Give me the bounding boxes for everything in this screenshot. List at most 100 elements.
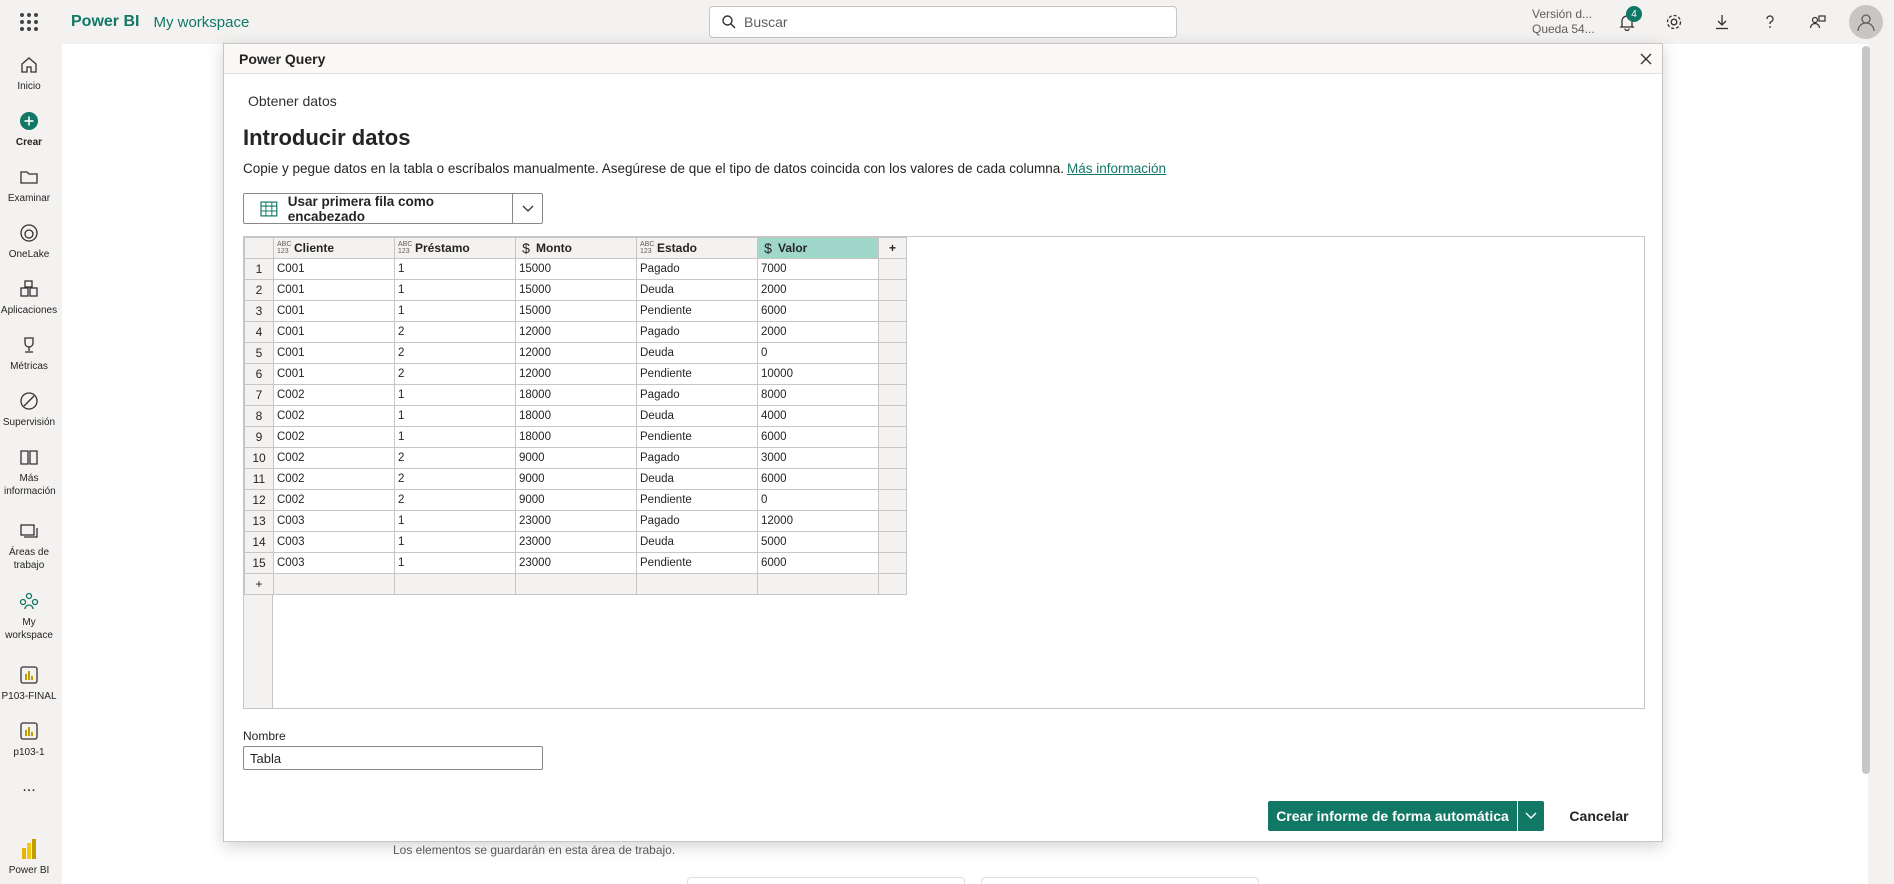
column-header-estado[interactable]: ABC 123 Estado <box>636 237 758 259</box>
table-cell[interactable]: 7000 <box>757 258 879 280</box>
table-cell[interactable]: 23000 <box>515 510 637 532</box>
download-icon[interactable] <box>1710 10 1734 34</box>
table-cell[interactable]: 2000 <box>757 279 879 301</box>
empty-new-cell[interactable] <box>636 573 758 595</box>
table-cell[interactable]: 6000 <box>757 552 879 574</box>
table-cell[interactable]: 9000 <box>515 489 637 511</box>
breadcrumb[interactable]: Obtener datos <box>248 93 337 109</box>
table-cell[interactable]: Deuda <box>636 405 758 427</box>
more-info-link[interactable]: Más información <box>1067 161 1166 176</box>
table-cell[interactable]: 12000 <box>515 363 637 385</box>
table-cell[interactable]: 6000 <box>757 468 879 490</box>
table-cell[interactable]: 2 <box>394 363 516 385</box>
nav-item-onelake[interactable]: OneLake <box>0 222 58 261</box>
row-number[interactable]: 9 <box>244 426 274 448</box>
nav-item-monitoring[interactable]: Supervisión <box>0 390 58 429</box>
table-cell[interactable]: C001 <box>273 321 395 343</box>
column-header-valor[interactable]: $ Valor <box>757 237 879 259</box>
table-cell[interactable]: C001 <box>273 342 395 364</box>
row-number[interactable]: 11 <box>244 468 274 490</box>
row-number[interactable]: 13 <box>244 510 274 532</box>
table-cell[interactable]: 1 <box>394 510 516 532</box>
nav-item-browse[interactable]: Examinar <box>0 166 58 205</box>
row-number[interactable]: 8 <box>244 405 274 427</box>
share-icon[interactable] <box>1806 10 1830 34</box>
any-type-icon[interactable]: ABC 123 <box>398 241 412 255</box>
table-cell[interactable]: C001 <box>273 363 395 385</box>
column-header-monto[interactable]: $ Monto <box>515 237 637 259</box>
background-card[interactable] <box>981 877 1259 884</box>
table-cell[interactable]: 1 <box>394 426 516 448</box>
table-cell[interactable]: Pendiente <box>636 552 758 574</box>
cancel-button[interactable]: Cancelar <box>1557 801 1641 831</box>
table-cell[interactable]: 18000 <box>515 426 637 448</box>
use-first-row-as-header-main[interactable]: Usar primera fila como encabezado <box>244 194 512 224</box>
table-cell[interactable]: Pendiente <box>636 363 758 385</box>
table-cell[interactable]: C003 <box>273 531 395 553</box>
data-entry-grid[interactable]: ABC 123 Cliente ABC 123 Préstamo $ Monto ABC 123 E… <box>243 236 1645 709</box>
empty-new-cell[interactable] <box>757 573 879 595</box>
table-cell[interactable]: 2 <box>394 321 516 343</box>
table-cell[interactable]: Pendiente <box>636 426 758 448</box>
brand-name[interactable]: Power BI <box>71 13 139 31</box>
empty-new-cell[interactable] <box>515 573 637 595</box>
trial-status[interactable]: Versión d... Queda 54... <box>1532 7 1595 37</box>
page-scrollbar[interactable] <box>1862 46 1870 774</box>
table-cell[interactable]: 1 <box>394 300 516 322</box>
currency-type-icon[interactable]: $ <box>519 240 533 256</box>
nav-item-learn[interactable]: Más información <box>0 446 58 498</box>
table-cell[interactable]: C003 <box>273 510 395 532</box>
table-cell[interactable]: 2 <box>394 342 516 364</box>
name-field[interactable] <box>243 746 543 770</box>
table-cell[interactable]: Pagado <box>636 447 758 469</box>
table-cell[interactable]: 4000 <box>757 405 879 427</box>
table-cell[interactable]: 1 <box>394 258 516 280</box>
table-cell[interactable]: 23000 <box>515 552 637 574</box>
any-type-icon[interactable]: ABC 123 <box>277 241 291 255</box>
table-cell[interactable]: C002 <box>273 384 395 406</box>
search-box[interactable]: Buscar <box>709 6 1177 38</box>
table-cell[interactable]: C002 <box>273 405 395 427</box>
add-column-button[interactable]: + <box>878 237 907 259</box>
table-cell[interactable]: 2 <box>394 447 516 469</box>
table-cell[interactable]: Deuda <box>636 342 758 364</box>
table-cell[interactable]: 6000 <box>757 426 879 448</box>
table-cell[interactable]: Pendiente <box>636 489 758 511</box>
table-cell[interactable]: 23000 <box>515 531 637 553</box>
user-avatar-icon[interactable] <box>1849 5 1883 39</box>
table-cell[interactable]: 2 <box>394 489 516 511</box>
nav-item-metrics[interactable]: Métricas <box>0 334 58 373</box>
table-cell[interactable]: C001 <box>273 279 395 301</box>
column-header-cliente[interactable]: ABC 123 Cliente <box>273 237 395 259</box>
row-number[interactable]: 10 <box>244 447 274 469</box>
help-icon[interactable] <box>1758 10 1782 34</box>
nav-item-apps[interactable]: Aplicaciones <box>0 278 58 317</box>
table-cell[interactable]: C002 <box>273 447 395 469</box>
row-number[interactable]: 2 <box>244 279 274 301</box>
table-cell[interactable]: C001 <box>273 300 395 322</box>
table-cell[interactable]: 1 <box>394 552 516 574</box>
table-cell[interactable]: 5000 <box>757 531 879 553</box>
table-cell[interactable]: Deuda <box>636 531 758 553</box>
more-icon[interactable]: ... <box>0 779 58 795</box>
nav-item-p103-1[interactable]: p103-1 <box>0 720 58 759</box>
table-cell[interactable]: 15000 <box>515 258 637 280</box>
row-number[interactable]: 1 <box>244 258 274 280</box>
add-row-button[interactable]: + <box>244 573 274 595</box>
create-report-button[interactable]: Crear informe de forma automática <box>1268 801 1517 831</box>
table-cell[interactable]: 3000 <box>757 447 879 469</box>
currency-type-icon[interactable]: $ <box>761 240 775 256</box>
corner-cell[interactable] <box>244 237 274 259</box>
table-cell[interactable]: 9000 <box>515 447 637 469</box>
chevron-down-icon[interactable] <box>1518 801 1544 831</box>
table-cell[interactable]: 1 <box>394 384 516 406</box>
nav-item-powerbi[interactable]: Power BI <box>0 838 58 877</box>
close-icon[interactable] <box>1636 49 1656 69</box>
table-cell[interactable]: 9000 <box>515 468 637 490</box>
row-number[interactable]: 14 <box>244 531 274 553</box>
any-type-icon[interactable]: ABC 123 <box>640 241 654 255</box>
table-cell[interactable]: Pagado <box>636 258 758 280</box>
table-cell[interactable]: Pagado <box>636 384 758 406</box>
table-cell[interactable]: Pagado <box>636 321 758 343</box>
row-number[interactable]: 3 <box>244 300 274 322</box>
